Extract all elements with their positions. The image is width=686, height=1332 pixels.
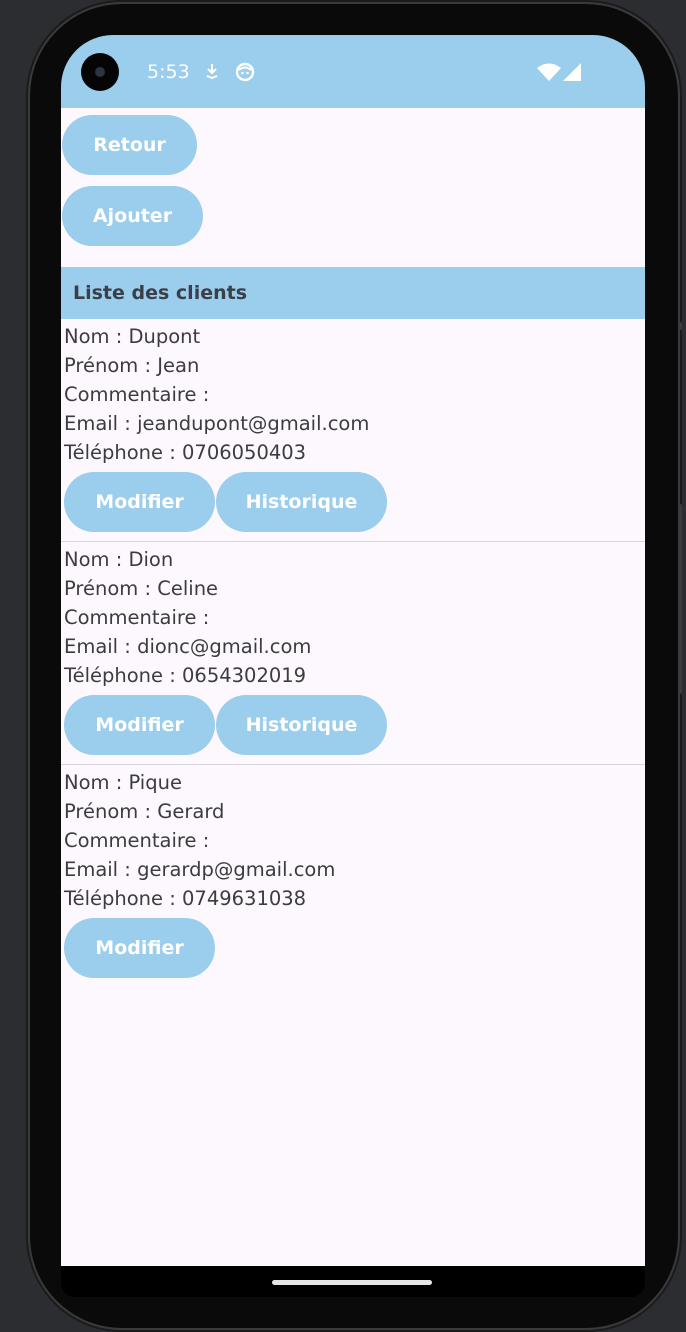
- client-commentaire: Commentaire :: [64, 606, 210, 629]
- history-button[interactable]: Historique: [216, 695, 387, 755]
- client-nom: Nom : Pique: [64, 771, 182, 794]
- client-nom: Nom : Dupont: [64, 325, 201, 348]
- list-divider: [61, 541, 645, 542]
- status-bar: 5:53: [61, 35, 645, 108]
- front-camera: [81, 53, 119, 91]
- client-commentaire: Commentaire :: [64, 383, 210, 406]
- volume-button: [678, 504, 682, 694]
- signal-icon: [563, 63, 581, 85]
- client-nom: Nom : Dion: [64, 548, 174, 571]
- history-button[interactable]: Historique: [216, 472, 387, 532]
- client-commentaire: Commentaire :: [64, 829, 210, 852]
- client-telephone: Téléphone : 0706050403: [64, 441, 307, 464]
- navigation-bar: [61, 1266, 645, 1297]
- modify-button[interactable]: Modifier: [64, 695, 215, 755]
- client-email: Email : jeandupont@gmail.com: [64, 412, 370, 435]
- client-prenom: Prénom : Gerard: [64, 800, 225, 823]
- wifi-icon: [537, 63, 561, 85]
- client-email: Email : gerardp@gmail.com: [64, 858, 336, 881]
- face-icon: [235, 62, 255, 86]
- app-content: Retour Ajouter Liste des clients Nom : D…: [61, 108, 645, 1266]
- phone-screen: 5:53 Retour Ajouter Liste des clients No…: [61, 35, 645, 1297]
- client-telephone: Téléphone : 0749631038: [64, 887, 307, 910]
- home-indicator[interactable]: [272, 1280, 432, 1285]
- client-prenom: Prénom : Jean: [64, 354, 200, 377]
- status-time: 5:53: [147, 61, 190, 83]
- download-icon: [205, 63, 219, 83]
- client-prenom: Prénom : Celine: [64, 577, 219, 600]
- back-button[interactable]: Retour: [62, 115, 197, 175]
- list-divider: [61, 764, 645, 765]
- modify-button[interactable]: Modifier: [64, 918, 215, 978]
- side-button: [678, 322, 682, 330]
- client-telephone: Téléphone : 0654302019: [64, 664, 307, 687]
- client-email: Email : dionc@gmail.com: [64, 635, 312, 658]
- add-button[interactable]: Ajouter: [62, 186, 203, 246]
- list-header: Liste des clients: [61, 267, 645, 319]
- modify-button[interactable]: Modifier: [64, 472, 215, 532]
